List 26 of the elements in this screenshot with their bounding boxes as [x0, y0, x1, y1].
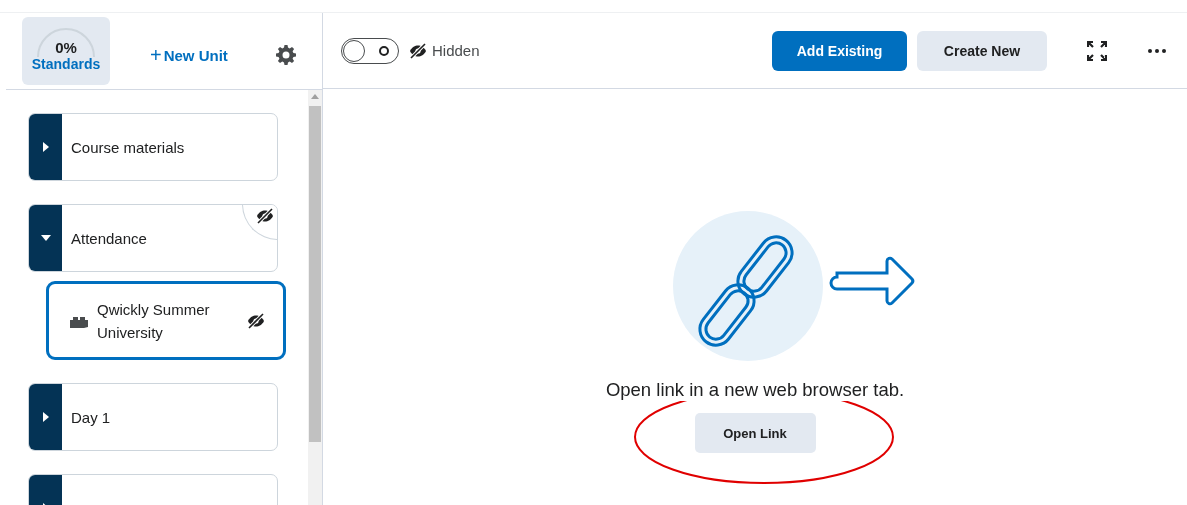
unit-title: Course materials [71, 138, 185, 156]
settings-icon[interactable] [276, 45, 296, 65]
visibility-label: Hidden [432, 42, 480, 59]
expand-toggle[interactable] [29, 205, 62, 271]
unit-card[interactable]: Day 1 [28, 383, 278, 451]
hidden-icon [409, 41, 427, 60]
expand-toggle[interactable] [29, 114, 62, 180]
expand-toggle[interactable] [29, 384, 62, 450]
unit-card[interactable]: Attendance [28, 204, 278, 272]
unit-card[interactable]: Course materials [28, 113, 278, 181]
add-existing-button[interactable]: Add Existing [772, 30, 907, 71]
caret-down-icon [39, 234, 52, 242]
unit-title: Attendance [71, 229, 147, 247]
create-new-button[interactable]: Create New [917, 30, 1047, 71]
more-options-icon[interactable] [1147, 47, 1167, 54]
caret-right-icon [41, 412, 50, 422]
standards-button[interactable]: 0% Standards [22, 17, 110, 85]
scrollbar[interactable] [308, 90, 322, 505]
topic-card[interactable]: Qwickly Summer University [46, 281, 286, 360]
unit-title: Day 1 [71, 408, 111, 426]
visibility-toggle[interactable] [341, 37, 399, 64]
open-link-button[interactable]: Open Link [694, 413, 816, 453]
topic-title: Qwickly Summer University [97, 299, 211, 343]
fullscreen-icon[interactable] [1087, 40, 1107, 61]
new-unit-button[interactable]: +New Unit [150, 43, 228, 67]
caret-right-icon [41, 142, 50, 152]
